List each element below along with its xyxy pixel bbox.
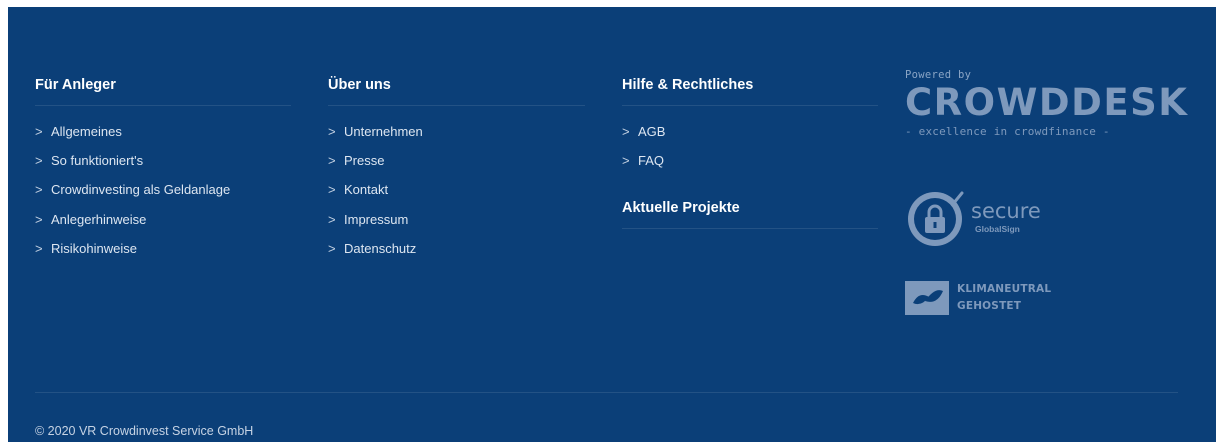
footer-link-label[interactable]: Unternehmen xyxy=(344,124,423,139)
footer-link-label[interactable]: Presse xyxy=(344,153,384,168)
footer-link[interactable]: > Allgemeines xyxy=(35,124,291,153)
chevron-right-icon: > xyxy=(35,211,43,227)
link-list-hilfe: > AGB > FAQ xyxy=(622,124,878,182)
chevron-right-icon: > xyxy=(35,182,43,198)
chevron-right-icon: > xyxy=(622,153,630,169)
klimaneutral-line-2: GEHOSTET xyxy=(957,300,1022,312)
brand-column: Powered by CROWDDESK - excellence in cro… xyxy=(905,69,1187,315)
globalsign-secure-badge[interactable]: secure GlobalSign xyxy=(905,187,1065,251)
footer-link[interactable]: > Crowdinvesting als Geldanlage xyxy=(35,182,291,211)
link-list-anleger: > Allgemeines > So funktioniert's > Crowdin… xyxy=(35,124,291,270)
secure-label: secure xyxy=(971,199,1041,223)
footer-column-hilfe: Hilfe & Rechtliches > AGB > FAQ Aktuelle P… xyxy=(622,77,878,230)
footer-link[interactable]: > Kontakt xyxy=(328,182,585,211)
chevron-right-icon: > xyxy=(35,240,43,256)
footer-link-label[interactable]: Allgemeines xyxy=(51,124,122,139)
footer-link[interactable]: > Presse xyxy=(328,153,585,182)
chevron-right-icon: > xyxy=(622,124,630,139)
footer-column-ueber: Über uns > Unternehmen > Presse > Kontakt >… xyxy=(328,77,585,270)
chevron-right-icon: > xyxy=(328,211,336,227)
footer-link[interactable]: > So funktioniert's xyxy=(35,153,291,182)
chevron-right-icon: > xyxy=(328,182,336,198)
globalsign-label: GlobalSign xyxy=(975,224,1020,234)
footer-link-label[interactable]: Risikohinweise xyxy=(51,241,137,256)
footer-link[interactable]: > Risikohinweise xyxy=(35,241,291,270)
klimaneutral-line-1: KLIMANEUTRAL xyxy=(957,283,1052,295)
powered-by-label: Powered by xyxy=(905,69,972,81)
footer-link-label[interactable]: Anlegerhinweise xyxy=(51,212,146,227)
chevron-right-icon: > xyxy=(35,124,43,139)
crowddesk-logo[interactable]: CROWDDESK xyxy=(905,84,1187,122)
footer-link-label[interactable]: AGB xyxy=(638,124,665,139)
footer-link[interactable]: > Unternehmen xyxy=(328,124,585,153)
leaf-icon xyxy=(905,281,949,315)
footer-link-label[interactable]: Kontakt xyxy=(344,182,388,197)
klimaneutral-label: KLIMANEUTRAL GEHOSTET xyxy=(957,281,1051,315)
column-heading-ueber: Über uns xyxy=(328,77,585,106)
crowddesk-tagline: - excellence in crowdfinance - xyxy=(905,125,1110,138)
copyright-text: © 2020 VR Crowdinvest Service GmbH xyxy=(35,424,254,438)
footer-link[interactable]: > Anlegerhinweise xyxy=(35,212,291,241)
link-list-ueber: > Unternehmen > Presse > Kontakt > Impressum… xyxy=(328,124,585,270)
footer-link-label[interactable]: FAQ xyxy=(638,153,664,168)
footer-link-label[interactable]: Impressum xyxy=(344,212,408,227)
padlock-seal-icon xyxy=(908,191,964,246)
column-heading-projekte: Aktuelle Projekte xyxy=(622,200,878,230)
chevron-right-icon: > xyxy=(328,124,336,139)
column-heading-anleger: Für Anleger xyxy=(35,77,291,106)
footer-link-label[interactable]: Datenschutz xyxy=(344,241,416,256)
footer-link[interactable]: > Datenschutz xyxy=(328,241,585,270)
footer-link-label[interactable]: Crowdinvesting als Geldanlage xyxy=(51,182,230,197)
site-footer: Für Anleger > Allgemeines > So funktionier… xyxy=(8,7,1216,442)
footer-column-anleger: Für Anleger > Allgemeines > So funktionier… xyxy=(35,77,291,270)
footer-link[interactable]: > AGB xyxy=(622,124,878,153)
column-heading-hilfe: Hilfe & Rechtliches xyxy=(622,77,878,106)
chevron-right-icon: > xyxy=(35,153,43,169)
footer-link-label[interactable]: So funktioniert's xyxy=(51,153,143,168)
footer-divider xyxy=(35,392,1178,393)
chevron-right-icon: > xyxy=(328,153,336,169)
footer-link[interactable]: > FAQ xyxy=(622,153,878,182)
footer-link[interactable]: > Impressum xyxy=(328,212,585,241)
klimaneutral-badge[interactable]: KLIMANEUTRAL GEHOSTET xyxy=(905,279,1075,319)
chevron-right-icon: > xyxy=(328,240,336,256)
